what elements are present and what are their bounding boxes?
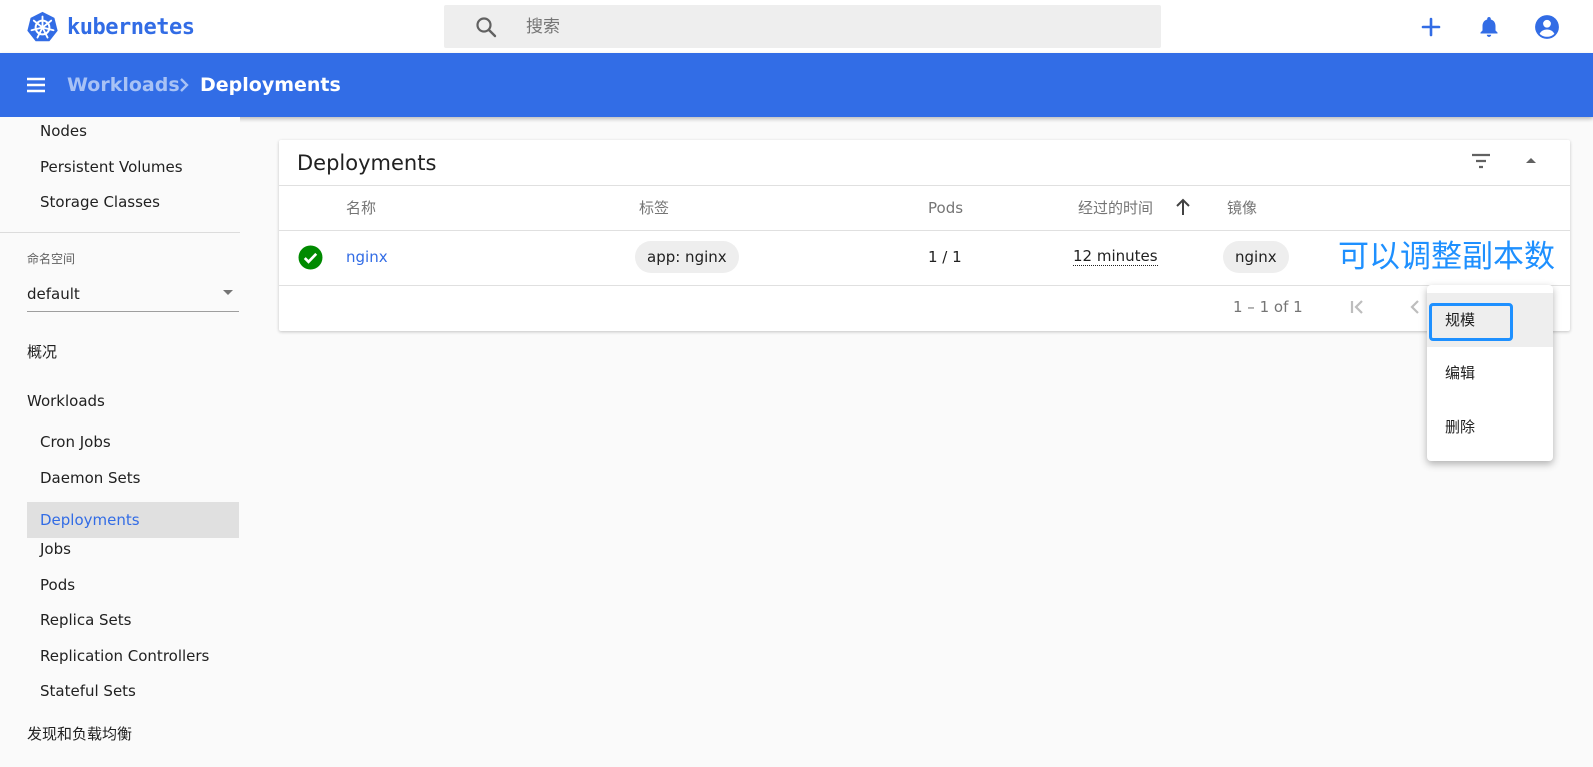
chevron-right-icon <box>180 78 189 92</box>
row-divider <box>279 230 1570 231</box>
add-icon[interactable] <box>1418 14 1444 40</box>
account-icon[interactable] <box>1534 14 1560 40</box>
sidebar-item-label: Deployments <box>40 511 140 529</box>
sidebar-section-discovery[interactable]: 发现和负载均衡 <box>27 724 132 744</box>
search-bar[interactable] <box>444 5 1161 48</box>
previous-page-icon[interactable] <box>1403 295 1427 319</box>
notifications-icon[interactable] <box>1476 14 1502 40</box>
sidebar-item-daemon-sets[interactable]: Daemon Sets <box>40 468 140 488</box>
menu-item-edit[interactable]: 编辑 <box>1445 363 1475 383</box>
search-icon <box>476 16 497 37</box>
menu-item-scale[interactable]: 规模 <box>1427 293 1553 347</box>
dropdown-arrow-icon <box>223 290 233 295</box>
sidebar-item-overview[interactable]: 概况 <box>27 342 57 362</box>
breadcrumb-deployments: Deployments <box>200 74 341 96</box>
collapse-icon[interactable] <box>1519 149 1543 173</box>
column-header-images: 镜像 <box>1227 199 1258 217</box>
status-success-icon <box>298 245 323 270</box>
sidebar-item-replication-controllers[interactable]: Replication Controllers <box>40 646 209 666</box>
brand-name: kubernetes <box>67 14 195 40</box>
deployments-card: Deployments 名称 标签 Pods 经过的时间 镜像 nginx ap… <box>279 140 1570 331</box>
search-input[interactable] <box>526 16 1126 37</box>
deployment-name-link[interactable]: nginx <box>346 247 388 267</box>
sidebar-item-cron-jobs[interactable]: Cron Jobs <box>40 432 111 452</box>
card-title: Deployments <box>297 151 437 175</box>
sidebar: Nodes Persistent Volumes Storage Classes… <box>0 117 240 767</box>
sidebar-item-pods[interactable]: Pods <box>40 575 75 595</box>
kubernetes-logo-icon <box>27 11 58 41</box>
context-menu: 规模 编辑 删除 <box>1427 285 1553 461</box>
sidebar-section-workloads[interactable]: Workloads <box>27 391 105 411</box>
focus-highlight-box <box>1429 303 1513 341</box>
breadcrumb-workloads[interactable]: Workloads <box>67 73 180 97</box>
sidebar-item-jobs[interactable]: Jobs <box>40 539 71 559</box>
filter-icon[interactable] <box>1469 149 1493 173</box>
pagination-range: 1 – 1 of 1 <box>1233 298 1303 316</box>
namespace-label: 命名空间 <box>27 252 76 266</box>
age-value: 12 minutes <box>1073 247 1158 266</box>
sort-arrow-up-icon[interactable] <box>1173 196 1193 218</box>
column-header-name[interactable]: 名称 <box>346 198 376 218</box>
image-chip: nginx <box>1223 241 1289 273</box>
sidebar-item-nodes[interactable]: Nodes <box>40 121 87 141</box>
pods-count: 1 / 1 <box>928 248 962 266</box>
namespace-value: default <box>27 285 80 303</box>
sidebar-divider <box>0 232 240 233</box>
annotation-text: 可以调整副本数 <box>1338 239 1555 275</box>
column-header-pods: Pods <box>928 199 964 217</box>
menu-icon[interactable] <box>24 73 48 97</box>
label-chip: app: nginx <box>635 241 739 273</box>
column-header-age[interactable]: 经过的时间 <box>1078 198 1153 218</box>
breadcrumb-bar: Workloads Deployments <box>0 53 1593 117</box>
sidebar-item-deployments[interactable]: Deployments <box>27 502 239 538</box>
sidebar-item-persistent-volumes[interactable]: Persistent Volumes <box>40 157 183 177</box>
namespace-select[interactable]: default <box>27 284 239 312</box>
sidebar-item-storage-classes[interactable]: Storage Classes <box>40 192 160 212</box>
top-bar: kubernetes <box>0 0 1593 53</box>
first-page-icon[interactable] <box>1345 295 1369 319</box>
row-divider <box>279 285 1570 286</box>
sidebar-item-stateful-sets[interactable]: Stateful Sets <box>40 681 136 701</box>
brand-logo[interactable]: kubernetes <box>26 10 195 44</box>
menu-item-delete[interactable]: 删除 <box>1445 417 1475 437</box>
card-divider <box>279 185 1570 186</box>
column-header-labels: 标签 <box>639 199 670 217</box>
sidebar-item-replica-sets[interactable]: Replica Sets <box>40 610 132 630</box>
